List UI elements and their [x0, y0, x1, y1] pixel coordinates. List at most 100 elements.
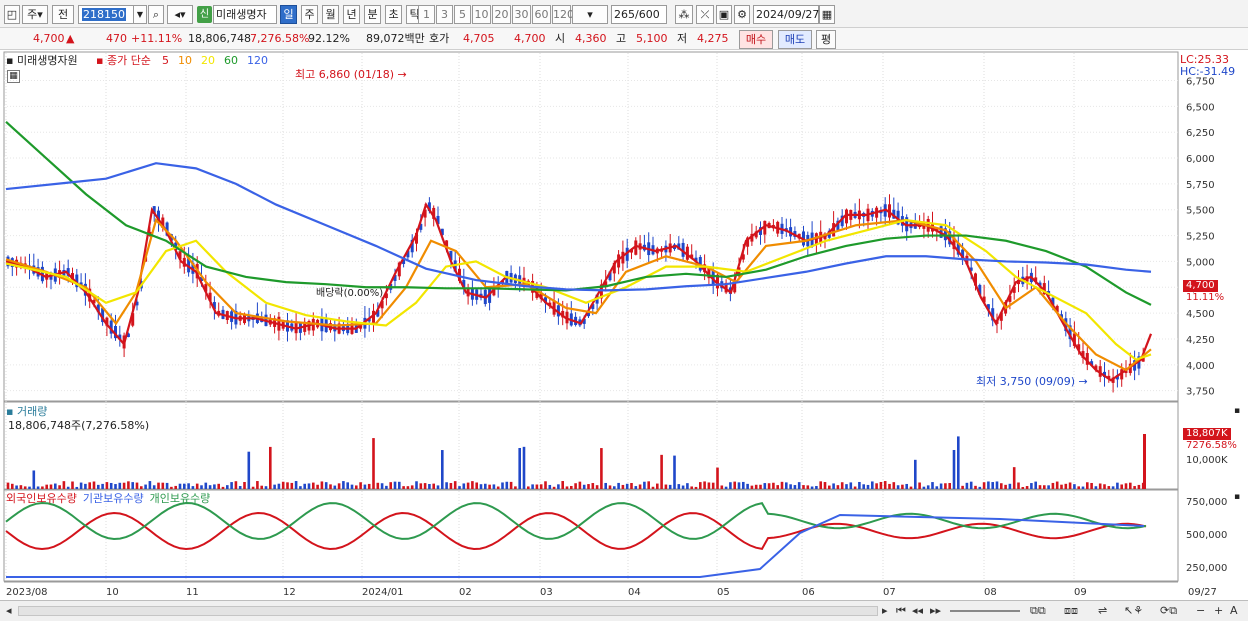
zoom-slider[interactable] — [950, 610, 1020, 612]
price-chart[interactable]: 2023/08 10 11 12 2024/01 02 03 04 05 06 07 08 09 09/2… — [0, 51, 1248, 621]
date-field[interactable]: 2024/09/27 — [753, 5, 819, 24]
stock-name-field[interactable]: 미래생명자 — [213, 5, 277, 24]
toggle-icon[interactable]: ⇌ — [1098, 604, 1107, 618]
magnifier-icon[interactable]: ⌕ — [148, 5, 164, 24]
prev-button[interactable]: 전 — [52, 5, 74, 24]
volume-bar — [871, 481, 874, 489]
count-field[interactable]: 265/600 — [611, 5, 667, 24]
zoom-in-icon[interactable]: + — [1214, 604, 1223, 618]
volume-bar — [845, 484, 848, 489]
eval-button[interactable]: 평 — [816, 30, 836, 49]
draw-tool-icon[interactable]: ↖⚘ — [1124, 604, 1143, 618]
interval-button-6[interactable]: 60 — [532, 5, 551, 24]
scroll-track[interactable] — [18, 606, 878, 616]
volume-bar — [750, 485, 754, 489]
calendar-icon[interactable]: ▦ — [819, 5, 835, 24]
period-button-1[interactable]: 주 — [301, 5, 318, 24]
refresh-icon[interactable]: ⟳⧉ — [1160, 604, 1177, 618]
volume-bar — [901, 484, 904, 489]
window-menu-icon[interactable]: ◰ — [4, 5, 20, 24]
holdings-panel-close-icon[interactable]: ▪ — [1234, 491, 1240, 504]
stock-code-input[interactable]: 218150 — [78, 5, 134, 24]
volume-bar — [720, 485, 724, 489]
view-mode-icon[interactable]: ⧉⧉ — [1030, 604, 1046, 618]
volume-bar — [109, 482, 113, 489]
turnover: 92.12% — [308, 32, 350, 45]
volume-bar — [1107, 486, 1111, 489]
volume-bar — [574, 483, 577, 489]
volume-bar — [1043, 485, 1046, 489]
volume-bar — [66, 486, 70, 489]
current-pct-box: 11.11% — [1186, 292, 1225, 303]
first-page-icon[interactable]: ⏮ — [896, 604, 906, 618]
volume-bar — [127, 481, 130, 489]
current-price: 4,700 — [33, 32, 65, 45]
interval-button-3[interactable]: 10 — [472, 5, 491, 24]
change-pct: +11.11% — [131, 32, 183, 45]
font-size-icon[interactable]: A — [1230, 604, 1238, 618]
x-axis-label: 04 — [628, 587, 641, 598]
volume-bar — [909, 486, 913, 489]
chart-type-icon[interactable]: ⧈⧈ — [1064, 604, 1078, 618]
crosshair-icon[interactable]: ⤫ — [696, 5, 714, 24]
interval-button-5[interactable]: 30 — [512, 5, 531, 24]
zoom-out-icon[interactable]: − — [1196, 604, 1205, 618]
volume-bar — [157, 482, 160, 489]
scroll-left-icon[interactable]: ◂ — [6, 604, 12, 618]
volume-bar — [729, 482, 732, 489]
chart-settings-icon[interactable]: ⁂ — [675, 5, 693, 24]
period-button-2[interactable]: 월 — [322, 5, 339, 24]
volume-bar — [359, 482, 362, 489]
volume-bar — [471, 481, 474, 489]
volume-bar — [806, 485, 810, 489]
open-value: 4,360 — [575, 32, 607, 45]
sell-button[interactable]: 매도 — [778, 30, 812, 49]
period-button-3[interactable]: 년 — [343, 5, 360, 24]
price-y-tick: 4,500 — [1186, 309, 1215, 320]
gear-icon[interactable]: ⚙ — [734, 5, 750, 24]
quote-bar: 4,700 ▲ 470 +11.11% 18,806,748 7,276.58%… — [0, 28, 1248, 50]
volume-panel-close-icon[interactable]: ▪ — [1234, 405, 1240, 418]
interval-button-4[interactable]: 20 — [492, 5, 511, 24]
prev-page-icon[interactable]: ◂◂ — [912, 604, 923, 618]
toolbar: ◰ 주▾ 전 218150 ▼ ⌕ ◂▾ 신 미래생명자 일주월년분초틱 135… — [0, 0, 1248, 28]
volume-bar — [548, 484, 552, 489]
grid-toggle-icon[interactable]: ▦ — [7, 70, 20, 83]
interval-dropdown[interactable]: ▾ — [572, 5, 608, 24]
volume-bar — [759, 484, 762, 489]
volume-bar — [544, 481, 547, 489]
count-total: /600 — [635, 8, 660, 21]
volume-bar — [466, 482, 470, 489]
interval-button-2[interactable]: 5 — [454, 5, 471, 24]
volume-bar — [458, 486, 461, 489]
buy-button[interactable]: 매수 — [739, 30, 773, 49]
volume-bar — [785, 482, 788, 489]
market-badge: 신 — [197, 6, 212, 23]
period-button-0[interactable]: 일 — [280, 5, 297, 24]
volume-bar — [238, 486, 242, 489]
interval-button-0[interactable]: 1 — [418, 5, 435, 24]
volume-bar — [1047, 485, 1050, 489]
code-dropdown-arrow[interactable]: ▼ — [133, 5, 147, 24]
save-icon[interactable]: ▣ — [716, 5, 732, 24]
interval-button-7[interactable]: 120 — [552, 5, 574, 24]
volume-bar — [97, 484, 100, 489]
period-type-dropdown[interactable]: 주▾ — [22, 5, 48, 24]
volume-bar — [625, 483, 629, 489]
volume-bar — [363, 484, 367, 489]
volume-value-line: 18,806,748주(7,276.58%) — [8, 419, 150, 432]
open-label: 시 — [555, 32, 566, 45]
next-page-icon[interactable]: ▸▸ — [930, 604, 941, 618]
scroll-right-icon[interactable]: ▸ — [882, 604, 888, 618]
volume-bar — [1060, 484, 1063, 489]
period-button-4[interactable]: 분 — [364, 5, 381, 24]
price-y-tick: 6,500 — [1186, 102, 1215, 113]
volume-title: ▪ 거래량 — [6, 405, 48, 418]
volume-bar — [333, 485, 337, 489]
period-button-5[interactable]: 초 — [385, 5, 402, 24]
volume-bar — [1120, 484, 1123, 489]
volume-title-text: 거래량 — [16, 405, 48, 418]
interval-button-1[interactable]: 3 — [436, 5, 453, 24]
speaker-icon[interactable]: ◂▾ — [167, 5, 193, 24]
volume-bar — [914, 459, 917, 489]
